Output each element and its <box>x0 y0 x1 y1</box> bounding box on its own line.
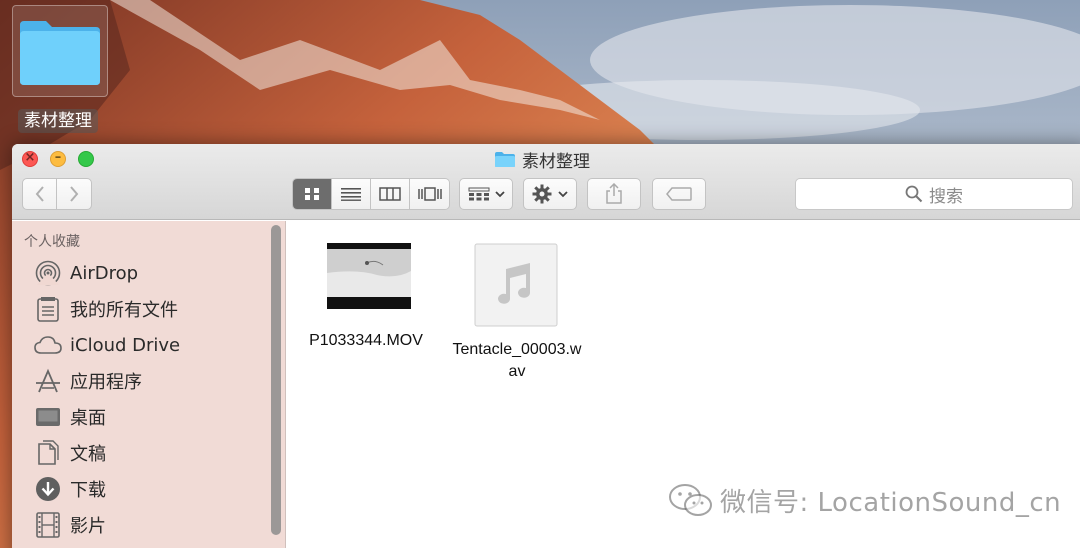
desktop-folder[interactable]: 素材整理 <box>12 5 108 133</box>
folder-icon <box>495 151 515 167</box>
file-name-line-1: Tentacle_00003.w <box>452 341 582 358</box>
airdrop-icon <box>34 259 62 287</box>
sidebar-item-label: 影片 <box>70 516 106 537</box>
close-icon: × <box>24 150 36 165</box>
sidebar-item-desktop[interactable]: 桌面 <box>34 402 106 432</box>
file-name-line-2: av <box>508 363 526 380</box>
all-files-icon <box>34 295 62 323</box>
title-bar: × – 素材整理 搜索 <box>12 144 1080 220</box>
zoom-button[interactable] <box>78 151 94 167</box>
back-button[interactable] <box>23 179 58 209</box>
column-view-button[interactable] <box>371 179 410 209</box>
wechat-icon <box>669 483 712 516</box>
sidebar-item-label: 桌面 <box>70 408 106 429</box>
window-title-text: 素材整理 <box>522 151 590 172</box>
close-button[interactable]: × <box>22 150 38 167</box>
video-thumbnail <box>327 243 411 309</box>
cover-flow-view-button[interactable] <box>410 179 449 209</box>
sidebar-item-movies[interactable]: 影片 <box>34 510 106 540</box>
columns-icon <box>379 187 401 201</box>
sidebar-item-label: AirDrop <box>70 262 139 284</box>
sidebar: 个人收藏 AirDrop 我的所有文件 iCloud Drive 应用程序 桌面… <box>12 221 286 548</box>
tag-icon <box>666 187 692 201</box>
gear-icon <box>532 184 552 204</box>
grid-icon <box>305 188 319 200</box>
sidebar-item-airdrop[interactable]: AirDrop <box>34 258 138 288</box>
tag-button[interactable] <box>652 178 706 210</box>
list-icon <box>341 188 361 201</box>
sidebar-item-label: 我的所有文件 <box>70 300 178 321</box>
sidebar-scrollbar[interactable] <box>271 225 281 535</box>
search-placeholder: 搜索 <box>929 186 963 207</box>
share-button[interactable] <box>587 178 641 210</box>
chevron-down-icon <box>558 190 568 197</box>
chevron-right-icon <box>70 186 79 202</box>
movies-icon <box>34 511 62 539</box>
desktop-folder-label: 素材整理 <box>18 109 98 133</box>
applications-icon <box>34 367 62 395</box>
action-button[interactable] <box>523 178 577 210</box>
nav-buttons <box>22 178 92 210</box>
list-view-button[interactable] <box>332 179 371 209</box>
share-icon <box>606 183 622 204</box>
documents-icon <box>34 439 62 467</box>
arrange-grid-icon <box>468 187 489 201</box>
sidebar-heading-favorites: 个人收藏 <box>24 234 80 250</box>
file-name: P1033344.MOV <box>309 332 423 349</box>
view-mode-control <box>292 178 450 210</box>
sidebar-item-label: 下载 <box>70 480 106 501</box>
forward-button[interactable] <box>57 179 91 209</box>
watermark: 微信号: LocationSound_cn <box>668 482 1061 519</box>
sidebar-item-downloads[interactable]: 下载 <box>34 474 106 504</box>
sidebar-item-label: 文稿 <box>70 444 106 465</box>
cover-flow-icon <box>417 187 442 201</box>
window-title: 素材整理 <box>494 148 590 172</box>
file-item-mov[interactable]: P1033344.MOV <box>302 243 430 349</box>
chevron-down-icon <box>494 190 505 197</box>
arrange-button[interactable] <box>459 178 513 210</box>
minimize-button[interactable]: – <box>50 150 66 167</box>
sidebar-item-label: 应用程序 <box>70 372 142 393</box>
file-item-wav[interactable]: Tentacle_00003.w av <box>442 243 592 383</box>
sidebar-item-label: iCloud Drive <box>70 334 181 356</box>
cloud-icon <box>34 331 62 359</box>
search-field[interactable]: 搜索 <box>795 178 1073 210</box>
audio-file-thumbnail <box>474 243 558 327</box>
minimize-icon: – <box>54 150 62 165</box>
sidebar-item-documents[interactable]: 文稿 <box>34 438 106 468</box>
sidebar-item-applications[interactable]: 应用程序 <box>34 366 142 396</box>
sidebar-item-all-my-files[interactable]: 我的所有文件 <box>34 294 178 324</box>
folder-icon <box>20 21 100 85</box>
search-icon <box>905 185 923 203</box>
watermark-text: 微信号: LocationSound_cn <box>720 488 1062 518</box>
chevron-left-icon <box>35 186 44 202</box>
sidebar-item-icloud-drive[interactable]: iCloud Drive <box>34 330 180 360</box>
icon-view-button[interactable] <box>293 179 332 209</box>
desktop-icon <box>34 403 62 431</box>
download-icon <box>34 475 62 503</box>
